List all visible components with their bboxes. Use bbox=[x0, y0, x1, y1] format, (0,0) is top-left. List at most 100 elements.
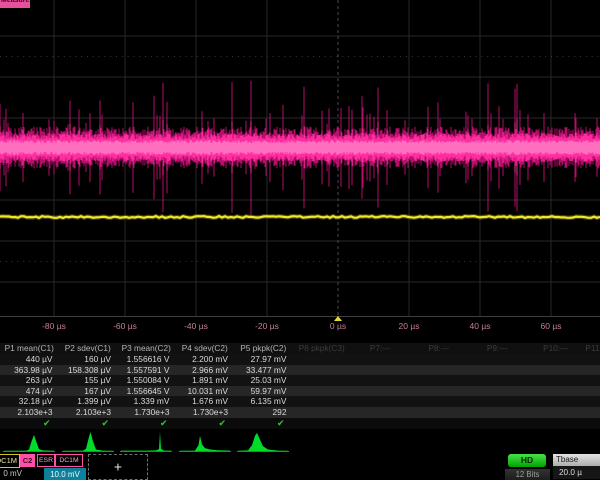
measure-stat-row: 474 µV167 µV1.556645 V10.031 mV59.97 mV bbox=[0, 386, 600, 397]
channel1-descriptor[interactable]: DC1M bbox=[0, 454, 20, 468]
status-row: ✔✔✔✔✔ bbox=[0, 418, 600, 429]
measure-cell bbox=[527, 365, 586, 376]
param-header[interactable]: P2 sdev(C1) bbox=[59, 343, 118, 354]
param-header-row: P1 mean(C1)P2 sdev(C1)P3 mean(C2)P4 sdev… bbox=[0, 343, 600, 354]
measure-cell: 27.97 mV bbox=[234, 354, 293, 365]
channel1-coupling-tag: DC1M bbox=[0, 456, 17, 465]
adc-bits-label: 12 Bits bbox=[505, 469, 550, 480]
timebase-descriptor[interactable]: Tbase 20.0 µ bbox=[553, 454, 600, 480]
c2-noise-trace-core[interactable] bbox=[0, 140, 600, 155]
measure-cell: 1.676 mV bbox=[176, 396, 235, 407]
param-header[interactable]: P3 mean(C2) bbox=[117, 343, 176, 354]
top-left-badge: Measure bbox=[0, 0, 30, 8]
measure-cell: 167 µV bbox=[59, 386, 118, 397]
histicon-chart[interactable] bbox=[234, 429, 293, 454]
measure-cell: 263 µV bbox=[0, 375, 59, 386]
measure-cell bbox=[468, 354, 527, 365]
measure-cell bbox=[468, 396, 527, 407]
measure-cell bbox=[351, 386, 410, 397]
time-axis-label: 60 µs bbox=[541, 321, 562, 331]
measure-cell bbox=[585, 375, 600, 386]
channel2-esr-tag[interactable]: ESR bbox=[37, 454, 55, 467]
timebase-value: 20.0 µ bbox=[553, 466, 600, 479]
measure-cell bbox=[293, 386, 352, 397]
time-axis-label: -60 µs bbox=[113, 321, 137, 331]
measure-cell bbox=[351, 396, 410, 407]
measure-cell: 2.966 mV bbox=[176, 365, 235, 376]
time-axis-label: -40 µs bbox=[184, 321, 208, 331]
measure-cell: 10.031 mV bbox=[176, 386, 235, 397]
channel2-descriptor[interactable]: C2 bbox=[20, 454, 35, 467]
channel1-scale[interactable]: 0 mV bbox=[0, 469, 22, 478]
measure-cell bbox=[527, 375, 586, 386]
status-check-icon bbox=[293, 418, 352, 429]
time-axis-label: -20 µs bbox=[255, 321, 279, 331]
measure-cell bbox=[410, 386, 469, 397]
status-check-icon: ✔ bbox=[59, 418, 118, 429]
plot-area[interactable] bbox=[0, 0, 600, 318]
measure-cell: 33.477 mV bbox=[234, 365, 293, 376]
param-header[interactable]: P6 pkpk(C3) bbox=[293, 343, 352, 354]
measure-cell: 474 µV bbox=[0, 386, 59, 397]
status-check-icon: ✔ bbox=[176, 418, 235, 429]
param-header[interactable]: P10:--- bbox=[527, 343, 586, 354]
histicon-row bbox=[0, 429, 600, 454]
param-header[interactable]: P8:--- bbox=[410, 343, 469, 354]
measure-cell bbox=[527, 354, 586, 365]
measure-cell bbox=[410, 365, 469, 376]
param-header[interactable]: P11 bbox=[585, 343, 600, 354]
channel2-coupling-tag[interactable]: DC1M bbox=[55, 454, 83, 467]
measure-cell bbox=[351, 375, 410, 386]
measure-stat-row: 2.103e+32.103e+31.730e+31.730e+3292 bbox=[0, 407, 600, 418]
hd-mode-badge[interactable]: HD bbox=[508, 454, 546, 467]
measure-cell: 363.98 µV bbox=[0, 365, 59, 376]
param-header[interactable]: P1 mean(C1) bbox=[0, 343, 59, 354]
histicon-chart[interactable] bbox=[0, 429, 59, 454]
measure-cell: 1.730e+3 bbox=[117, 407, 176, 418]
measure-cell bbox=[468, 365, 527, 376]
time-axis-label: 20 µs bbox=[399, 321, 420, 331]
param-header[interactable]: P9:--- bbox=[468, 343, 527, 354]
channel2-scale[interactable]: 10.0 mV bbox=[44, 468, 86, 480]
measure-table: P1 mean(C1)P2 sdev(C1)P3 mean(C2)P4 sdev… bbox=[0, 343, 600, 429]
status-check-icon: ✔ bbox=[234, 418, 293, 429]
measure-cell bbox=[351, 354, 410, 365]
measure-cell bbox=[585, 386, 600, 397]
measure-cell bbox=[293, 354, 352, 365]
measure-cell bbox=[468, 386, 527, 397]
measure-cell: 292 bbox=[234, 407, 293, 418]
measure-stat-row: 32.18 µV1.399 µV1.339 mV1.676 mV6.135 mV bbox=[0, 396, 600, 407]
measure-cell: 440 µV bbox=[0, 354, 59, 365]
status-check-icon: ✔ bbox=[117, 418, 176, 429]
measure-cell: 2.200 mV bbox=[176, 354, 235, 365]
measure-cell: 1.399 µV bbox=[59, 396, 118, 407]
param-header[interactable]: P7:--- bbox=[351, 343, 410, 354]
top-left-badge-label: Measure bbox=[1, 0, 29, 4]
measure-cell bbox=[351, 407, 410, 418]
measure-cell: 1.556645 V bbox=[117, 386, 176, 397]
bottom-bar: DC1M 0 mV C2 ESR DC1M 10.0 mV + HD 12 Bi… bbox=[0, 453, 600, 480]
measure-cell bbox=[527, 407, 586, 418]
measure-cell: 160 µV bbox=[59, 354, 118, 365]
histicon-chart[interactable] bbox=[176, 429, 235, 454]
measure-cell bbox=[410, 375, 469, 386]
time-axis-label: -80 µs bbox=[42, 321, 66, 331]
measure-cell bbox=[585, 407, 600, 418]
status-check-icon bbox=[468, 418, 527, 429]
histicon-chart[interactable] bbox=[59, 429, 118, 454]
measure-cell bbox=[585, 365, 600, 376]
measure-cell bbox=[585, 396, 600, 407]
measure-cell bbox=[293, 396, 352, 407]
measure-cell: 1.550084 V bbox=[117, 375, 176, 386]
measure-cell: 32.18 µV bbox=[0, 396, 59, 407]
measure-stat-row: 363.98 µV158.308 µV1.557591 V2.966 mV33.… bbox=[0, 365, 600, 376]
measure-stat-row: 440 µV160 µV1.556616 V2.200 mV27.97 mV bbox=[0, 354, 600, 365]
param-header[interactable]: P5 pkpk(C2) bbox=[234, 343, 293, 354]
timebase-label: Tbase bbox=[553, 454, 600, 466]
measure-cell bbox=[585, 354, 600, 365]
time-axis: -100 µs-80 µs-60 µs-40 µs-20 µs0 µs20 µs… bbox=[0, 316, 600, 338]
param-header[interactable]: P4 sdev(C2) bbox=[176, 343, 235, 354]
measure-stat-row: 263 µV155 µV1.550084 V1.891 mV25.03 mV bbox=[0, 375, 600, 386]
histicon-chart[interactable] bbox=[117, 429, 176, 454]
add-trace-button[interactable]: + bbox=[88, 454, 148, 480]
